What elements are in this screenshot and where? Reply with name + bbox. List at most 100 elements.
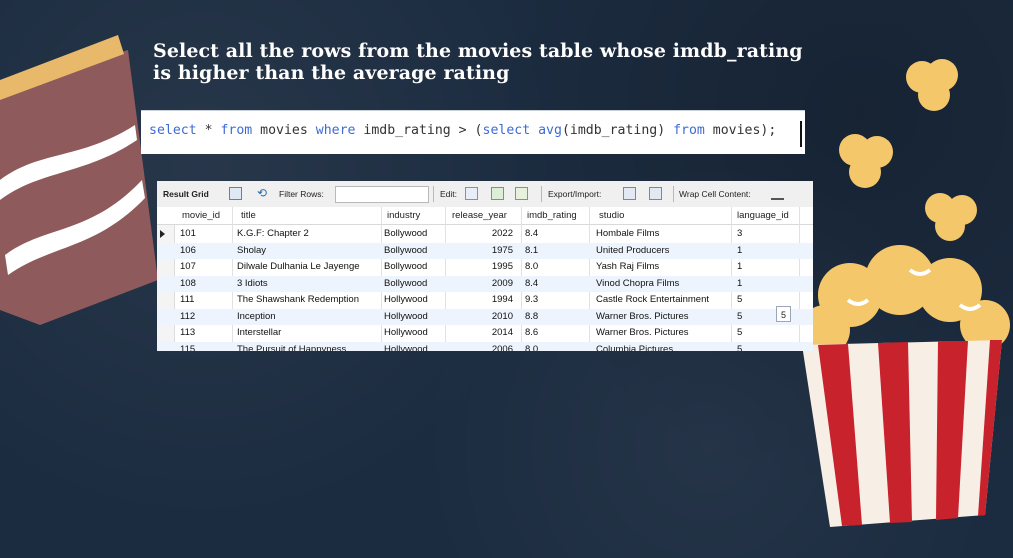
column-header-language-id[interactable]: language_id	[737, 210, 789, 221]
table-cell-movie-id[interactable]: 101	[180, 228, 196, 239]
table-header: movie_id title industry release_year imd…	[157, 207, 813, 225]
table-cell-imdb-rating[interactable]: 9.3	[525, 294, 538, 305]
table-cell-imdb-rating[interactable]: 8.1	[525, 245, 538, 256]
table-cell-title[interactable]: The Shawshank Redemption	[237, 294, 359, 305]
add-row-icon[interactable]	[491, 187, 504, 200]
edit-label: Edit:	[440, 189, 458, 199]
delete-row-icon[interactable]	[515, 187, 528, 200]
table-cell-release-year[interactable]: 1994	[492, 294, 513, 305]
table-cell-title[interactable]: 3 Idiots	[237, 278, 268, 289]
table-row[interactable]: 107 Dilwale Dulhania Le Jayenge Bollywood 1…	[157, 259, 813, 275]
table-cell-movie-id[interactable]: 111	[180, 294, 194, 305]
table-cell-language-id[interactable]: 3	[737, 228, 742, 239]
table-cell-industry[interactable]: Bollywood	[384, 278, 427, 289]
table-cell-imdb-rating[interactable]: 8.4	[525, 228, 538, 239]
popcorn-kernel-decoration	[839, 134, 893, 188]
table-cell-language-id[interactable]: 1	[737, 278, 742, 289]
popcorn-kernel-decoration	[925, 193, 977, 241]
table-cell-movie-id[interactable]: 108	[180, 278, 196, 289]
toolbar-separator	[433, 186, 434, 202]
table-cell-title[interactable]: K.G.F: Chapter 2	[237, 228, 309, 239]
table-cell-title[interactable]: Interstellar	[237, 327, 281, 338]
slide-heading: Select all the rows from the movies tabl…	[153, 40, 813, 84]
table-row[interactable]: 111 The Shawshank Redemption Hollywood 1994…	[157, 292, 813, 308]
filter-rows-label: Filter Rows:	[279, 189, 324, 199]
result-grid-label[interactable]: Result Grid	[163, 189, 209, 199]
table-cell-industry[interactable]: Hollywood	[384, 344, 428, 352]
export-icon[interactable]	[623, 187, 636, 200]
table-cell-release-year[interactable]: 1975	[492, 245, 513, 256]
table-cell-title[interactable]: Sholay	[237, 245, 266, 256]
sql-keyword: where	[315, 123, 356, 138]
table-row[interactable]: 112 Inception Hollywood 2010 8.8 Warner Bros.…	[157, 308, 813, 325]
heading-line-1: Select all the rows from the movies tabl…	[153, 40, 803, 62]
table-cell-industry[interactable]: Bollywood	[384, 261, 427, 272]
wrap-cell-content-label: Wrap Cell Content:	[679, 189, 751, 199]
table-cell-language-id[interactable]: 1	[737, 261, 742, 272]
grid-view-icon[interactable]	[229, 187, 242, 200]
table-cell-language-id[interactable]: 5	[737, 294, 742, 305]
table-cell-studio[interactable]: Warner Bros. Pictures	[596, 311, 689, 322]
sql-query-editor[interactable]: select * from movies where imdb_rating >…	[141, 110, 805, 154]
table-cell-imdb-rating[interactable]: 8.6	[525, 327, 538, 338]
column-header-industry[interactable]: industry	[387, 210, 420, 221]
table-cell-industry[interactable]: Bollywood	[384, 228, 427, 239]
table-cell-imdb-rating[interactable]: 8.4	[525, 278, 538, 289]
table-cell-studio[interactable]: Castle Rock Entertainment	[596, 294, 709, 305]
wrap-cell-toggle-icon[interactable]	[771, 187, 784, 200]
table-cell-studio[interactable]: Vinod Chopra Films	[596, 278, 679, 289]
refresh-icon[interactable]: ⟲	[257, 186, 270, 200]
sql-keyword: avg	[538, 123, 562, 138]
table-row[interactable]: 106 Sholay Bollywood 1975 8.1 United Producer…	[157, 242, 813, 259]
table-cell-industry[interactable]: Hollywood	[384, 311, 428, 322]
table-cell-language-id[interactable]: 5	[737, 311, 742, 322]
table-cell-imdb-rating[interactable]: 8.0	[525, 344, 538, 352]
table-cell-title[interactable]: The Pursuit of Happyness	[237, 344, 346, 352]
table-cell-imdb-rating[interactable]: 8.0	[525, 261, 538, 272]
table-cell-movie-id[interactable]: 106	[180, 245, 196, 256]
column-header-studio[interactable]: studio	[599, 210, 624, 221]
table-row[interactable]: 115 The Pursuit of Happyness Hollywood 2006…	[157, 341, 813, 352]
filter-rows-input[interactable]	[335, 186, 429, 203]
drink-cup-decoration	[0, 35, 158, 325]
column-header-imdb-rating[interactable]: imdb_rating	[527, 210, 577, 221]
table-cell-release-year[interactable]: 2022	[492, 228, 513, 239]
table-cell-industry[interactable]: Hollywood	[384, 327, 428, 338]
table-cell-studio[interactable]: Hombale Films	[596, 228, 659, 239]
toolbar-separator	[673, 186, 674, 202]
table-cell-studio[interactable]: Columbia Pictures	[596, 344, 673, 352]
table-cell-title[interactable]: Dilwale Dulhania Le Jayenge	[237, 261, 360, 272]
table-cell-release-year[interactable]: 2014	[492, 327, 513, 338]
table-cell-imdb-rating[interactable]: 8.8	[525, 311, 538, 322]
table-row[interactable]: 108 3 Idiots Bollywood 2009 8.4 Vinod Chopra …	[157, 275, 813, 292]
table-row[interactable]: 113 Interstellar Hollywood 2014 8.6 Warner Br…	[157, 325, 813, 341]
table-cell-release-year[interactable]: 2010	[492, 311, 513, 322]
column-header-movie-id[interactable]: movie_id	[182, 210, 220, 221]
table-cell-studio[interactable]: United Producers	[596, 245, 669, 256]
sql-keyword: select	[482, 123, 531, 138]
current-row-marker-icon	[160, 230, 165, 238]
table-cell-studio[interactable]: Yash Raj Films	[596, 261, 659, 272]
table-cell-studio[interactable]: Warner Bros. Pictures	[596, 327, 689, 338]
table-cell-industry[interactable]: Bollywood	[384, 245, 427, 256]
table-cell-language-id[interactable]: 5	[737, 344, 742, 352]
table-cell-movie-id[interactable]: 113	[180, 327, 195, 338]
table-cell-title[interactable]: Inception	[237, 311, 276, 322]
column-header-title[interactable]: title	[241, 210, 256, 221]
table-cell-movie-id[interactable]: 107	[180, 261, 196, 272]
table-cell-release-year[interactable]: 2006	[492, 344, 513, 352]
table-cell-release-year[interactable]: 1995	[492, 261, 513, 272]
popcorn-box-decoration	[800, 245, 1010, 527]
table-cell-language-id[interactable]: 1	[737, 245, 742, 256]
table-row[interactable]: 101 K.G.F: Chapter 2 Bollywood 2022 8.4 Homba…	[157, 226, 813, 242]
table-cell-language-id[interactable]: 5	[737, 327, 742, 338]
table-cell-movie-id[interactable]: 115	[180, 344, 195, 352]
table-cell-industry[interactable]: Hollywood	[384, 294, 428, 305]
import-icon[interactable]	[649, 187, 662, 200]
edit-row-icon[interactable]	[465, 187, 478, 200]
table-cell-movie-id[interactable]: 112	[180, 311, 195, 322]
heading-line-2: is higher than the average rating	[153, 62, 510, 84]
column-header-release-year[interactable]: release_year	[452, 210, 507, 221]
table-cell-release-year[interactable]: 2009	[492, 278, 513, 289]
row-count-badge[interactable]: 5	[776, 306, 791, 322]
